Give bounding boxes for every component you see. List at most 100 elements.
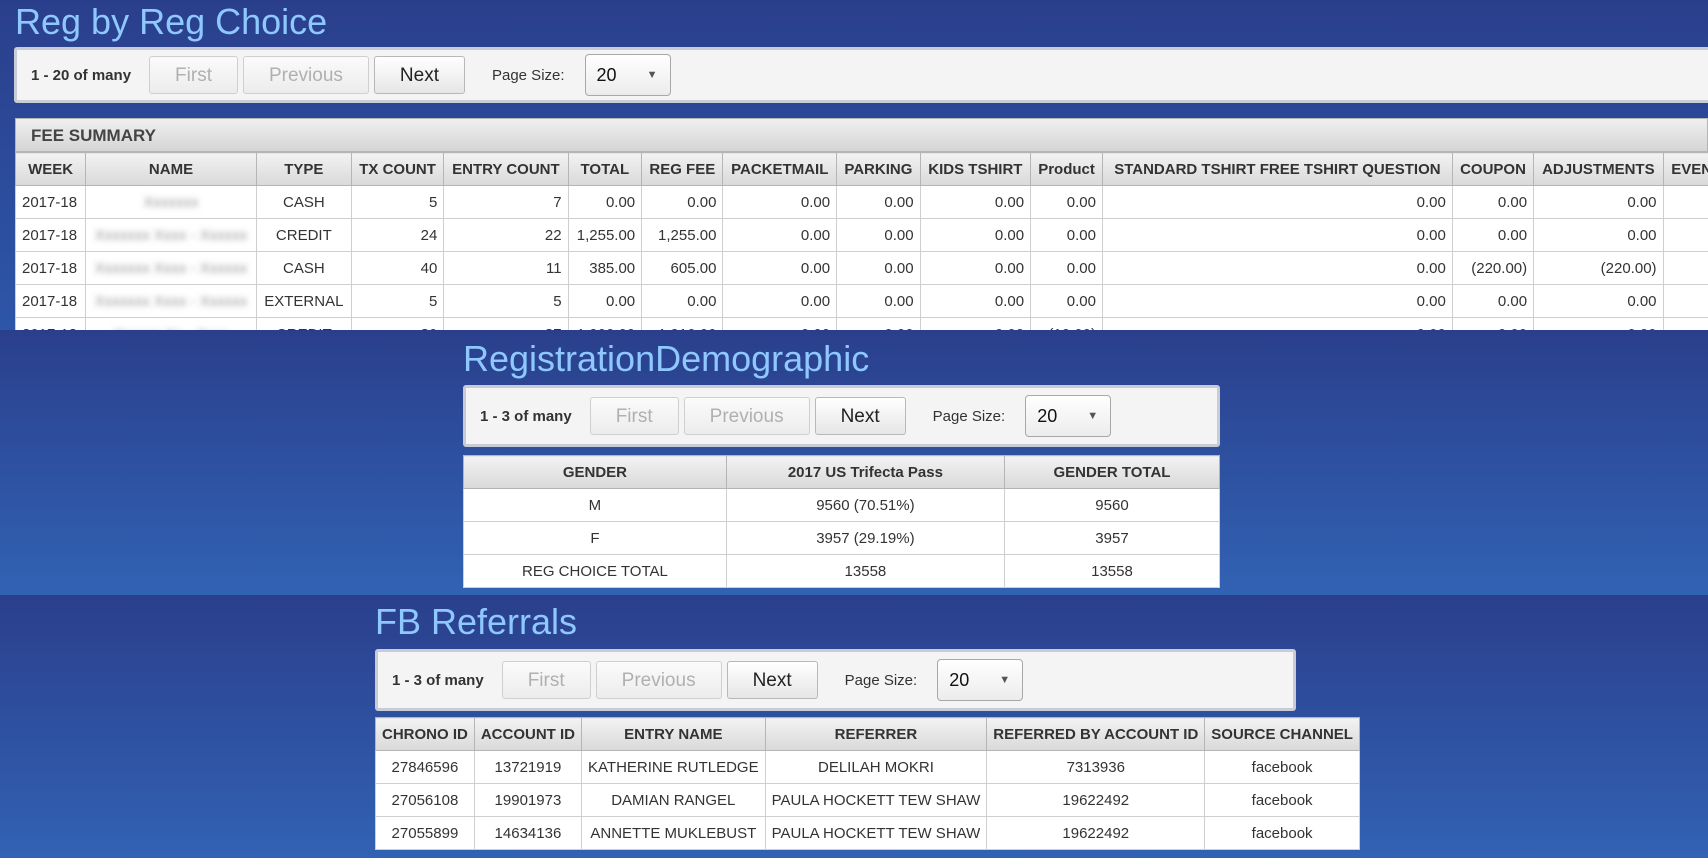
table-cell: 7: [443, 185, 569, 219]
table-cell: 11: [443, 251, 569, 285]
column-header[interactable]: GENDER TOTAL: [1003, 455, 1221, 489]
previous-button[interactable]: Previous: [242, 56, 369, 94]
table-cell: 0.00: [1030, 251, 1103, 285]
first-button[interactable]: First: [149, 56, 238, 94]
table-cell: 0.00: [836, 284, 921, 318]
table-cell: Xxxxxxx Xxxx - Xxxxxx: [85, 218, 257, 252]
table-cell: 0.00: [722, 317, 838, 330]
page-size-label: Page Size:: [491, 66, 565, 84]
column-header[interactable]: KIDS TSHIRT: [919, 152, 1032, 186]
pager-count: 1 - 3 of many: [392, 671, 484, 689]
section-title: Reg by Reg Choice: [15, 1, 328, 42]
table-cell: 0.00: [722, 218, 838, 252]
pager: 1 - 3 of many First Previous Next Page S…: [463, 385, 1220, 447]
table-cell: Xxxxxxx: [85, 185, 257, 219]
table-cell: 0.00: [1533, 284, 1664, 318]
fb-referrals-table: CHRONO ID ACCOUNT ID ENTRY NAME REFERRER REF…: [375, 717, 1360, 850]
table-cell: (220.00): [1451, 251, 1535, 285]
chevron-down-icon: ▼: [646, 69, 658, 81]
table-cell: facebook: [1204, 816, 1360, 850]
table-cell: 0.00: [1030, 218, 1103, 252]
table-cell: 0: [1662, 218, 1708, 252]
column-header[interactable]: ENTRY NAME: [581, 717, 766, 751]
next-button[interactable]: Next: [726, 661, 818, 699]
table-cell: 19622492: [986, 816, 1206, 850]
table-cell: 2017-18: [15, 251, 87, 285]
table-cell: 19622492: [986, 783, 1206, 817]
table-cell: 5: [350, 185, 445, 219]
table-cell: 13558: [725, 554, 1005, 588]
table-cell: Xxxxxx Xx - Xxxx: [85, 317, 257, 330]
table-cell: 0.00: [919, 251, 1032, 285]
column-header[interactable]: PACKETMAIL: [722, 152, 838, 186]
fee-summary-table-wrapper[interactable]: FEE SUMMARY WEEK NAME TYPE TX COUNT ENTRY CO…: [15, 118, 1708, 330]
table-row: 2017-18 Xxxxxxx Xxxx - Xxxxxx CASH 40 11 385.…: [15, 251, 1708, 285]
table-row: 2017-18 Xxxxxxx Xxxx - Xxxxxx EXTERNAL 5 5 0.…: [15, 284, 1708, 318]
page-size-select[interactable]: 20 ▼: [1025, 395, 1112, 437]
column-header[interactable]: ACCOUNT ID: [473, 717, 583, 751]
column-header[interactable]: COUPON: [1451, 152, 1535, 186]
column-header[interactable]: 2017 US Trifecta Pass: [725, 455, 1005, 489]
page-size-select[interactable]: 20 ▼: [584, 54, 671, 96]
column-header[interactable]: ENTRY COUNT: [443, 152, 569, 186]
table-cell: PAULA HOCKETT TEW SHAW: [764, 816, 988, 850]
column-header[interactable]: Product: [1030, 152, 1103, 186]
pager: 1 - 20 of many First Previous Next Page …: [14, 47, 1708, 103]
table-cell: 9560 (70.51%): [725, 488, 1005, 522]
first-button[interactable]: First: [501, 661, 591, 699]
table-cell: DELILAH MOKRI: [764, 750, 988, 784]
column-header[interactable]: STANDARD TSHIRT FREE TSHIRT QUESTION: [1101, 152, 1453, 186]
pager-count: 1 - 3 of many: [480, 407, 572, 425]
table-cell: EXTERNAL: [255, 284, 352, 318]
table-cell: 2017-18: [15, 218, 87, 252]
next-button[interactable]: Next: [814, 397, 906, 435]
column-header[interactable]: REFERRED BY ACCOUNT ID: [986, 717, 1206, 751]
column-header[interactable]: PARKING: [836, 152, 921, 186]
table-cell: CASH: [255, 185, 352, 219]
column-header[interactable]: CHRONO ID: [375, 717, 475, 751]
next-button[interactable]: Next: [373, 56, 465, 94]
column-header[interactable]: WEEK: [15, 152, 87, 186]
table-cell: DAMIAN RANGEL: [581, 783, 766, 817]
column-header[interactable]: REG FEE: [641, 152, 724, 186]
column-header[interactable]: REFERRER: [764, 717, 988, 751]
table-cell: 13721919: [473, 750, 583, 784]
column-header[interactable]: TYPE: [255, 152, 352, 186]
previous-button[interactable]: Previous: [595, 661, 722, 699]
table-cell: 385.00: [567, 251, 643, 285]
table-cell: 0.00: [1101, 251, 1453, 285]
table-cell: 0.00: [722, 251, 838, 285]
table-row: M 9560 (70.51%) 9560: [463, 488, 1221, 522]
table-cell: 0.00: [1030, 284, 1103, 318]
table-cell: 27846596: [375, 750, 475, 784]
table-cell: 27055899: [375, 816, 475, 850]
page-size-label: Page Size:: [844, 671, 918, 689]
table-cell: Xxxxxxx Xxxx - Xxxxxx: [85, 251, 257, 285]
table-cell: 2017-18: [15, 284, 87, 318]
table-cell: 0.00: [567, 185, 643, 219]
previous-button[interactable]: Previous: [683, 397, 810, 435]
table-row: F 3957 (29.19%) 3957: [463, 521, 1221, 555]
table-cell: 7313936: [986, 750, 1206, 784]
column-header[interactable]: GENDER: [463, 455, 727, 489]
table-cell: M: [463, 488, 727, 522]
table-cell: 5: [443, 284, 569, 318]
table-row: REG CHOICE TOTAL 13558 13558: [463, 554, 1221, 588]
table-cell: 13558: [1003, 554, 1221, 588]
column-header[interactable]: NAME: [85, 152, 257, 186]
section-title: FB Referrals: [375, 601, 578, 642]
column-header[interactable]: EVENT REFU: [1662, 152, 1708, 186]
table-cell: 0.00: [919, 317, 1032, 330]
table-cell: (220.00): [1533, 251, 1664, 285]
column-header[interactable]: TOTAL: [567, 152, 643, 186]
table-cell: 0.00: [641, 185, 724, 219]
first-button[interactable]: First: [589, 397, 679, 435]
table-cell: 0: [1662, 284, 1708, 318]
page-size-select[interactable]: 20 ▼: [937, 659, 1024, 701]
column-header[interactable]: TX COUNT: [350, 152, 445, 186]
table-cell: 0.00: [836, 185, 921, 219]
column-header[interactable]: ADJUSTMENTS: [1533, 152, 1664, 186]
table-cell: PAULA HOCKETT TEW SHAW: [764, 783, 988, 817]
column-header[interactable]: SOURCE CHANNEL: [1204, 717, 1360, 751]
table-cell: 40: [350, 251, 445, 285]
